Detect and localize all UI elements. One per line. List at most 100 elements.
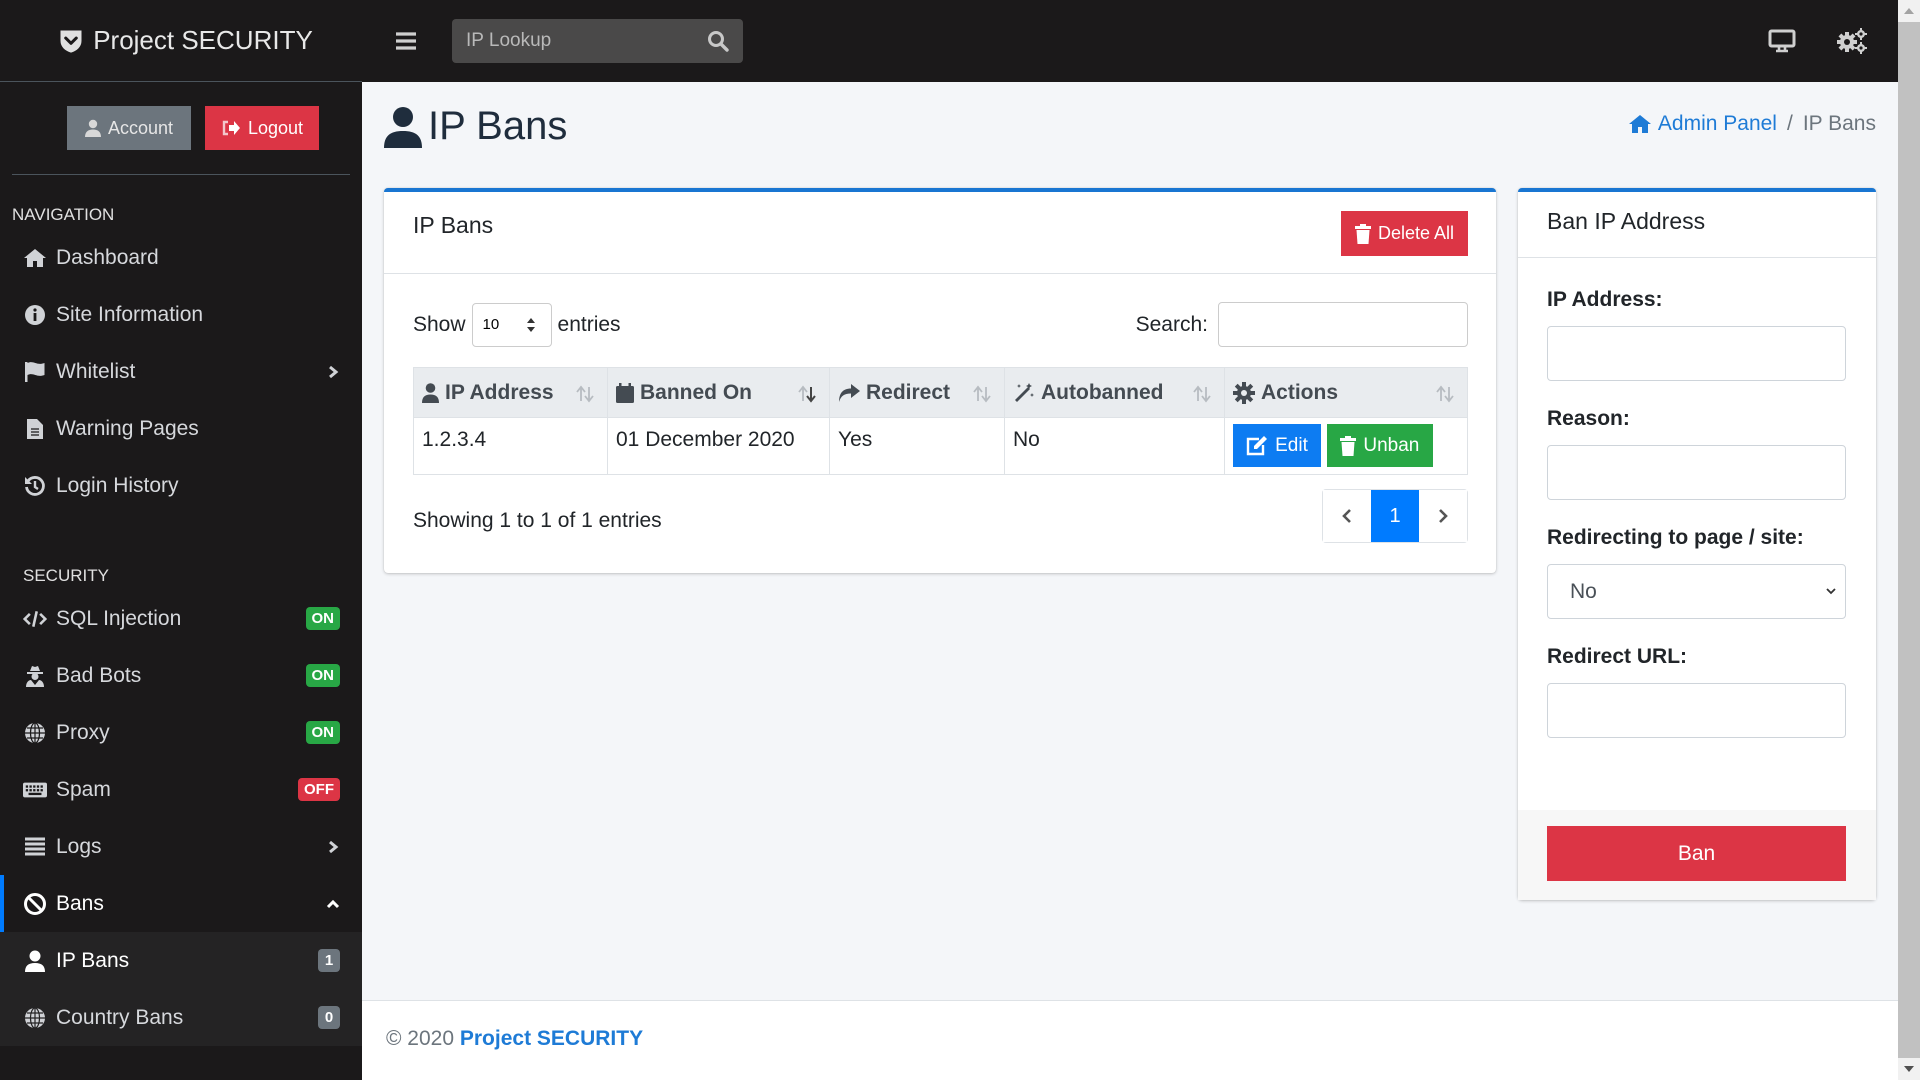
edit-button[interactable]: Edit bbox=[1233, 424, 1321, 467]
redirect-url-input[interactable] bbox=[1547, 683, 1846, 738]
status-badge: OFF bbox=[298, 778, 340, 801]
sidebar-item-country-bans[interactable]: Country Bans 0 bbox=[0, 989, 362, 1046]
sidebar-item-whitelist[interactable]: Whitelist bbox=[0, 343, 362, 400]
caret-down-icon bbox=[1904, 1066, 1914, 1072]
sidebar-item-site-information[interactable]: Site Information bbox=[0, 286, 362, 343]
sidebar-item-bad-bots[interactable]: Bad Bots ON bbox=[0, 647, 362, 704]
logout-button[interactable]: Logout bbox=[205, 106, 319, 150]
magic-icon bbox=[1015, 382, 1034, 402]
user-icon bbox=[23, 950, 47, 972]
sort-icon bbox=[973, 385, 991, 403]
sidebar-item-ip-bans[interactable]: IP Bans 1 bbox=[0, 932, 362, 989]
unban-label: Unban bbox=[1363, 434, 1420, 456]
column-label: Actions bbox=[1261, 380, 1339, 404]
edit-label: Edit bbox=[1275, 434, 1308, 456]
sidebar-item-sql-injection[interactable]: SQL Injection ON bbox=[0, 590, 362, 647]
breadcrumb-admin-panel[interactable]: Admin Panel bbox=[1628, 112, 1777, 136]
footer-project-link[interactable]: Project SECURITY bbox=[460, 1027, 643, 1050]
redirect-label: Redirecting to page / site: bbox=[1547, 526, 1804, 549]
search-label: Search: bbox=[1135, 312, 1208, 336]
ban-ip-card: Ban IP Address IP Address: Reason: Redir… bbox=[1518, 188, 1876, 900]
gears-icon[interactable] bbox=[1836, 28, 1868, 54]
globe-icon bbox=[23, 1006, 47, 1029]
ip-address-label: IP Address: bbox=[1547, 288, 1663, 311]
table-controls: Show 10 entries Search: bbox=[384, 302, 1496, 347]
user-icon bbox=[84, 119, 101, 137]
pagination-next[interactable] bbox=[1419, 490, 1467, 542]
table-search-input[interactable] bbox=[1218, 302, 1468, 347]
count-badge: 0 bbox=[318, 1006, 340, 1029]
scroll-down-arrow[interactable] bbox=[1898, 1058, 1920, 1080]
monitor-icon[interactable] bbox=[1768, 29, 1796, 53]
account-label: Account bbox=[107, 117, 174, 138]
show-label: Show bbox=[413, 312, 466, 336]
account-button[interactable]: Account bbox=[67, 106, 191, 150]
redirect-url-label: Redirect URL: bbox=[1547, 645, 1688, 668]
chevron-right-icon bbox=[1439, 509, 1448, 523]
ip-lookup-input[interactable] bbox=[466, 30, 686, 52]
sidebar-item-logs[interactable]: Logs bbox=[0, 818, 362, 875]
ip-address-input[interactable] bbox=[1547, 326, 1846, 381]
sidebar-item-label: Dashboard bbox=[56, 245, 159, 269]
trash-icon bbox=[1340, 435, 1357, 456]
page-title-text: IP Bans bbox=[428, 104, 568, 148]
reason-input[interactable] bbox=[1547, 445, 1846, 500]
column-label: Redirect bbox=[866, 380, 951, 404]
sidebar-item-dashboard[interactable]: Dashboard bbox=[0, 229, 362, 286]
search-icon[interactable] bbox=[707, 30, 729, 52]
sidebar-item-login-history[interactable]: Login History bbox=[0, 457, 362, 514]
column-label: Banned On bbox=[640, 380, 753, 404]
sidebar-item-label: Warning Pages bbox=[56, 416, 199, 440]
ban-icon bbox=[23, 892, 47, 915]
cell-banned-on: 01 December 2020 bbox=[607, 417, 830, 475]
sidebar: Project SECURITY Account Logout NAVIGATI… bbox=[0, 0, 362, 1080]
edit-icon bbox=[1246, 435, 1268, 455]
pagination-page-1[interactable]: 1 bbox=[1371, 490, 1419, 542]
column-label: Autobanned bbox=[1041, 380, 1164, 404]
delete-all-button[interactable]: Delete All bbox=[1341, 211, 1468, 256]
table-header-row: IP Address Banned On Redirect Autobanned… bbox=[413, 367, 1468, 418]
table-footer: Showing 1 to 1 of 1 entries 1 bbox=[384, 489, 1496, 543]
ip-bans-table: IP Address Banned On Redirect Autobanned… bbox=[413, 367, 1468, 475]
breadcrumb-current: IP Bans bbox=[1802, 112, 1876, 135]
page-title: IP Bans bbox=[384, 104, 567, 149]
chevron-right-icon bbox=[329, 365, 339, 378]
hamburger-icon[interactable] bbox=[395, 31, 417, 51]
sidebar-item-spam[interactable]: Spam OFF bbox=[0, 761, 362, 818]
unban-button[interactable]: Unban bbox=[1326, 424, 1433, 467]
page-footer: © 2020 Project SECURITY bbox=[362, 1000, 1898, 1080]
column-ip-address[interactable]: IP Address bbox=[413, 367, 608, 418]
redirect-group: Redirecting to page / site: No bbox=[1547, 526, 1847, 619]
sidebar-item-label: IP Bans bbox=[56, 948, 130, 972]
vertical-scrollbar[interactable] bbox=[1898, 0, 1920, 1080]
topbar bbox=[362, 0, 1898, 82]
bans-submenu: IP Bans 1 Country Bans 0 bbox=[0, 932, 362, 1046]
sidebar-item-proxy[interactable]: Proxy ON bbox=[0, 704, 362, 761]
card-header: IP Bans Delete All bbox=[384, 192, 1496, 274]
ip-lookup-search bbox=[452, 19, 743, 63]
table-row: 1.2.3.4 01 December 2020 Yes No Edit Unb… bbox=[413, 417, 1468, 475]
sidebar-item-label: Spam bbox=[56, 777, 111, 801]
pagination: 1 bbox=[1322, 489, 1468, 543]
redirect-select[interactable]: No bbox=[1547, 564, 1846, 619]
column-redirect[interactable]: Redirect bbox=[829, 367, 1005, 418]
brand[interactable]: Project SECURITY bbox=[0, 0, 362, 82]
share-icon bbox=[839, 383, 860, 402]
column-banned-on[interactable]: Banned On bbox=[607, 367, 830, 418]
sidebar-item-bans[interactable]: Bans bbox=[0, 875, 362, 932]
column-actions[interactable]: Actions bbox=[1224, 367, 1468, 418]
sidebar-item-label: Country Bans bbox=[56, 1005, 184, 1029]
nav-header-navigation: NAVIGATION bbox=[12, 205, 115, 224]
nav-header-security: SECURITY bbox=[23, 566, 109, 585]
cell-autobanned: No bbox=[1004, 417, 1225, 475]
pagination-prev[interactable] bbox=[1323, 490, 1371, 542]
ban-button[interactable]: Ban bbox=[1547, 826, 1846, 881]
file-icon bbox=[23, 418, 47, 440]
page-length-select[interactable]: 10 bbox=[471, 302, 552, 347]
logout-label: Logout bbox=[247, 117, 304, 138]
column-autobanned[interactable]: Autobanned bbox=[1004, 367, 1225, 418]
scroll-up-arrow[interactable] bbox=[1898, 0, 1920, 22]
history-icon bbox=[23, 475, 47, 497]
sidebar-item-label: SQL Injection bbox=[56, 606, 182, 630]
sidebar-item-warning-pages[interactable]: Warning Pages bbox=[0, 400, 362, 457]
